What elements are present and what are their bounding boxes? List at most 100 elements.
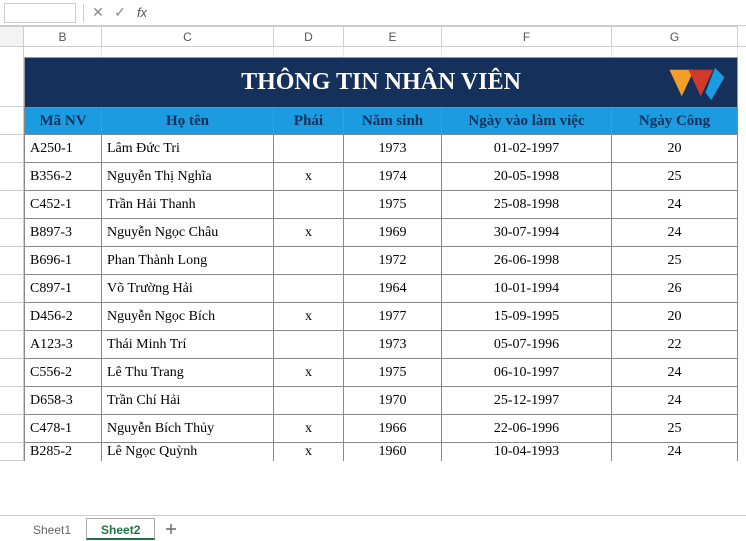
cell-ho-ten[interactable]: Nguyễn Ngọc Bích xyxy=(102,303,274,331)
cell-phai[interactable]: x xyxy=(274,163,344,191)
cell-ngay-cong[interactable]: 24 xyxy=(612,191,738,219)
fx-icon[interactable]: fx xyxy=(131,2,153,24)
sheet-tab-sheet1[interactable]: Sheet1 xyxy=(18,518,86,540)
sheet-tab-sheet2[interactable]: Sheet2 xyxy=(86,518,155,540)
cell-nam-sinh[interactable]: 1969 xyxy=(344,219,442,247)
row-header[interactable] xyxy=(0,303,24,331)
row-header[interactable] xyxy=(0,247,24,275)
cell[interactable] xyxy=(274,47,344,57)
cell-ngay-vao[interactable]: 20-05-1998 xyxy=(442,163,612,191)
cell-ngay-cong[interactable]: 26 xyxy=(612,275,738,303)
cell-ma-nv[interactable]: C556-2 xyxy=(24,359,102,387)
cell-ngay-cong[interactable]: 20 xyxy=(612,135,738,163)
cell-ngay-cong[interactable]: 25 xyxy=(612,415,738,443)
cell-ngay-cong[interactable]: 24 xyxy=(612,387,738,415)
accept-icon[interactable]: ✓ xyxy=(109,2,131,24)
cell-ho-ten[interactable]: Nguyễn Thị Nghĩa xyxy=(102,163,274,191)
cell-ngay-cong[interactable]: 24 xyxy=(612,443,738,461)
cell-ma-nv[interactable]: B356-2 xyxy=(24,163,102,191)
cell-ho-ten[interactable]: Thái Minh Trí xyxy=(102,331,274,359)
cell-nam-sinh[interactable]: 1964 xyxy=(344,275,442,303)
cell-ngay-vao[interactable]: 26-06-1998 xyxy=(442,247,612,275)
cell-nam-sinh[interactable]: 1974 xyxy=(344,163,442,191)
cell-ma-nv[interactable]: C452-1 xyxy=(24,191,102,219)
cell-nam-sinh[interactable]: 1966 xyxy=(344,415,442,443)
row-header[interactable] xyxy=(0,163,24,191)
cell-nam-sinh[interactable]: 1972 xyxy=(344,247,442,275)
row-header[interactable] xyxy=(0,135,24,163)
column-header-B[interactable]: B xyxy=(24,26,102,46)
cell-ho-ten[interactable]: Lâm Đức Tri xyxy=(102,135,274,163)
cell-ho-ten[interactable]: Võ Trường Hải xyxy=(102,275,274,303)
column-header-E[interactable]: E xyxy=(344,26,442,46)
cell-ngay-vao[interactable]: 01-02-1997 xyxy=(442,135,612,163)
cell-nam-sinh[interactable]: 1977 xyxy=(344,303,442,331)
cell-ngay-cong[interactable]: 24 xyxy=(612,219,738,247)
cell-phai[interactable] xyxy=(274,191,344,219)
col-header-ma-nv[interactable]: Mã NV xyxy=(24,107,102,135)
cell[interactable] xyxy=(612,47,738,57)
cell-ngay-vao[interactable]: 22-06-1996 xyxy=(442,415,612,443)
row-header[interactable] xyxy=(0,387,24,415)
cell-ma-nv[interactable]: B696-1 xyxy=(24,247,102,275)
cell-nam-sinh[interactable]: 1960 xyxy=(344,443,442,461)
cell-ngay-vao[interactable]: 10-01-1994 xyxy=(442,275,612,303)
cell[interactable] xyxy=(102,47,274,57)
cell-ngay-vao[interactable]: 06-10-1997 xyxy=(442,359,612,387)
row-header[interactable] xyxy=(0,275,24,303)
cell-nam-sinh[interactable]: 1970 xyxy=(344,387,442,415)
cell-phai[interactable]: x xyxy=(274,359,344,387)
cell-ho-ten[interactable]: Nguyễn Bích Thủy xyxy=(102,415,274,443)
cell-phai[interactable] xyxy=(274,247,344,275)
cell-phai[interactable]: x xyxy=(274,303,344,331)
row-header[interactable] xyxy=(0,107,24,135)
row-header[interactable] xyxy=(0,191,24,219)
add-sheet-button[interactable] xyxy=(159,517,183,541)
cell-ma-nv[interactable]: D456-2 xyxy=(24,303,102,331)
cell-ho-ten[interactable]: Nguyễn Ngọc Châu xyxy=(102,219,274,247)
cell-ngay-cong[interactable]: 25 xyxy=(612,247,738,275)
select-all-corner[interactable] xyxy=(0,26,24,46)
row-header[interactable] xyxy=(0,415,24,443)
col-header-phai[interactable]: Phái xyxy=(274,107,344,135)
cell-nam-sinh[interactable]: 1973 xyxy=(344,331,442,359)
cell-ho-ten[interactable]: Trần Hải Thanh xyxy=(102,191,274,219)
column-header-G[interactable]: G xyxy=(612,26,738,46)
row-header[interactable] xyxy=(0,359,24,387)
column-header-F[interactable]: F xyxy=(442,26,612,46)
cell-phai[interactable]: x xyxy=(274,219,344,247)
name-box[interactable] xyxy=(4,3,76,23)
cell-ngay-vao[interactable]: 05-07-1996 xyxy=(442,331,612,359)
cell-phai[interactable] xyxy=(274,135,344,163)
cell-ho-ten[interactable]: Phan Thành Long xyxy=(102,247,274,275)
row-header[interactable] xyxy=(0,331,24,359)
cell-ma-nv[interactable]: A123-3 xyxy=(24,331,102,359)
col-header-ngay-vao[interactable]: Ngày vào làm việc xyxy=(442,107,612,135)
cell-ngay-vao[interactable]: 25-12-1997 xyxy=(442,387,612,415)
col-header-ngay-cong[interactable]: Ngày Công xyxy=(612,107,738,135)
cell-ngay-vao[interactable]: 30-07-1994 xyxy=(442,219,612,247)
cell-phai[interactable]: x xyxy=(274,415,344,443)
cell-nam-sinh[interactable]: 1975 xyxy=(344,359,442,387)
cell-ma-nv[interactable]: B897-3 xyxy=(24,219,102,247)
cell-nam-sinh[interactable]: 1975 xyxy=(344,191,442,219)
cell-ma-nv[interactable]: D658-3 xyxy=(24,387,102,415)
col-header-nam-sinh[interactable]: Năm sinh xyxy=(344,107,442,135)
row-header[interactable] xyxy=(0,57,24,107)
cell-ngay-cong[interactable]: 20 xyxy=(612,303,738,331)
formula-input[interactable] xyxy=(153,3,742,23)
cell[interactable] xyxy=(344,47,442,57)
row-header[interactable] xyxy=(0,219,24,247)
cell[interactable] xyxy=(24,47,102,57)
cell-ma-nv[interactable]: C478-1 xyxy=(24,415,102,443)
cell-ngay-cong[interactable]: 24 xyxy=(612,359,738,387)
cell-ngay-vao[interactable]: 25-08-1998 xyxy=(442,191,612,219)
column-header-D[interactable]: D xyxy=(274,26,344,46)
cell-phai[interactable] xyxy=(274,387,344,415)
cell-ma-nv[interactable]: A250-1 xyxy=(24,135,102,163)
cell-ma-nv[interactable]: C897-1 xyxy=(24,275,102,303)
cell-ngay-cong[interactable]: 22 xyxy=(612,331,738,359)
col-header-ho-ten[interactable]: Họ tên xyxy=(102,107,274,135)
cell-ho-ten[interactable]: Lê Ngọc Quỳnh xyxy=(102,443,274,461)
cell-ma-nv[interactable]: B285-2 xyxy=(24,443,102,461)
